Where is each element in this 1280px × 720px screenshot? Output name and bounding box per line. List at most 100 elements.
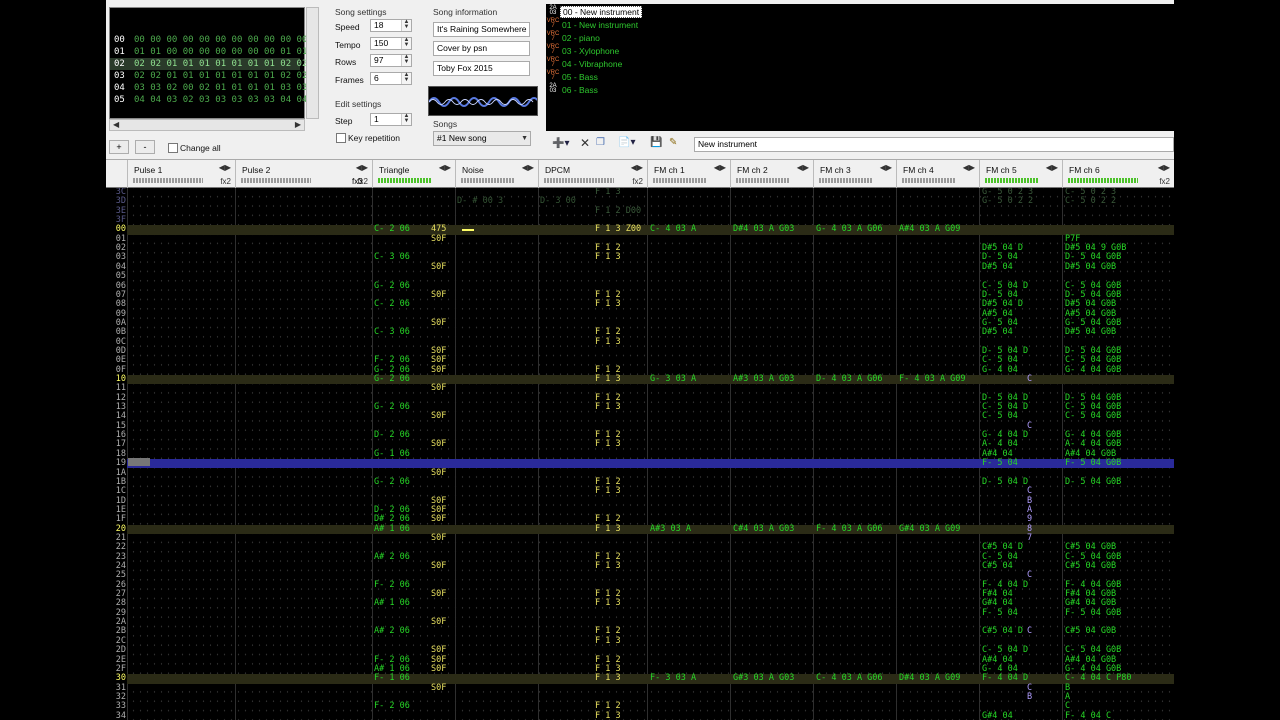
dpcm-note[interactable]: F 1 3: [595, 711, 621, 720]
fm6-note[interactable]: F- 4 04 C: [1065, 711, 1111, 720]
clone-instrument-icon[interactable]: ❐: [596, 137, 605, 148]
fm6-note[interactable]: C- 4 04 C P80: [1065, 673, 1132, 683]
triangle-note[interactable]: G- 1 06: [374, 449, 410, 459]
frame-row[interactable]: 00 00 00 00 00 00 00 00 00 00 00 00: [110, 34, 307, 46]
triangle-effect[interactable]: S0F: [431, 412, 446, 422]
fm5-effect[interactable]: 7: [1027, 533, 1032, 543]
dpcm-note[interactable]: F 1 3: [595, 253, 621, 263]
channel-triangle[interactable]: Triangle ◀▶: [372, 160, 455, 189]
triangle-note[interactable]: D- 2 06: [374, 430, 410, 440]
triangle-effect[interactable]: S0F: [431, 440, 446, 450]
triangle-note[interactable]: A# 2 06: [374, 627, 410, 637]
pattern-editor[interactable]: 3C 3D 3E 3F 00 01 02 03 04 05 06 07 08 09 0A 0B 0C 0D 0E 0F…: [106, 188, 1174, 720]
fm6-note[interactable]: C- 5 04 G0B: [1065, 412, 1121, 422]
fm-note[interactable]: D#4 03 A G09: [899, 673, 960, 683]
dpcm-note[interactable]: F 1 3: [595, 636, 621, 646]
frame-horizontal-scrollbar[interactable]: ◀ ▶: [109, 119, 305, 131]
dpcm-note[interactable]: F 1 3: [595, 402, 621, 412]
speed-spinner[interactable]: 18 ▲ ▼: [370, 19, 412, 32]
frame-row[interactable]: 02 02 02 01 01 01 01 01 01 01 02 02: [110, 58, 307, 70]
rows-spinner[interactable]: 97 ▲ ▼: [370, 54, 412, 67]
effect-columns-label[interactable]: fx2: [632, 177, 643, 186]
scroll-left-icon[interactable]: ◀: [113, 120, 119, 129]
fm-note[interactable]: G#4 03 A G09: [899, 524, 960, 534]
fm-note[interactable]: C- 4 03 A: [650, 225, 696, 235]
triangle-note[interactable]: G- 2 06: [374, 402, 410, 412]
channel-arrows-icon[interactable]: ◀▶: [1158, 163, 1170, 172]
load-instrument-icon[interactable]: 📄▾: [618, 137, 635, 148]
save-instrument-icon[interactable]: 💾: [650, 137, 662, 148]
fm5-note[interactable]: G- 5 0 2 2: [982, 196, 1033, 206]
channel-fm-ch-5[interactable]: FM ch 5 ◀▶: [979, 160, 1062, 189]
add-instrument-icon[interactable]: ➕▾: [552, 138, 569, 149]
channel-dpcm[interactable]: DPCM ◀▶ fx2: [538, 160, 647, 189]
triangle-note[interactable]: G- 2 06: [374, 281, 410, 291]
channel-pulse-1[interactable]: Pulse 1 ◀▶ fx2: [127, 160, 235, 189]
fm6-note[interactable]: C- 5 0 2 2: [1065, 196, 1116, 206]
channel-arrows-icon[interactable]: ◀▶: [356, 163, 368, 172]
fm6-note[interactable]: G- 4 04 G0B: [1065, 365, 1121, 375]
dpcm-note[interactable]: F 1 3: [595, 599, 621, 609]
triangle-effect[interactable]: S0F: [431, 683, 446, 693]
effect-columns-label[interactable]: fx3: [352, 177, 363, 186]
effect-columns-label[interactable]: fx2: [220, 177, 231, 186]
triangle-effect[interactable]: S0F: [431, 318, 446, 328]
channel-fm-ch-4[interactable]: FM ch 4 ◀▶: [896, 160, 979, 189]
channel-arrows-icon[interactable]: ◀▶: [880, 163, 892, 172]
fm-note[interactable]: A#4 03 A G09: [899, 225, 960, 235]
channel-arrows-icon[interactable]: ◀▶: [963, 163, 975, 172]
triangle-effect[interactable]: S0F: [431, 290, 446, 300]
triangle-note[interactable]: A# 1 06: [374, 599, 410, 609]
fm-note[interactable]: C#4 03 A G03: [733, 524, 794, 534]
dpcm-previous-note[interactable]: D- 3 00: [540, 196, 576, 206]
frame-row[interactable]: 05 04 04 03 02 03 03 03 03 03 04 04: [110, 94, 307, 106]
channel-arrows-icon[interactable]: ◀▶: [714, 163, 726, 172]
step-spinner[interactable]: 1 ▲ ▼: [370, 113, 412, 126]
dpcm-note[interactable]: F 1 3: [595, 337, 621, 347]
dpcm-note[interactable]: F 1 3 Z00: [595, 225, 641, 235]
triangle-effect[interactable]: S0F: [431, 664, 446, 674]
triangle-note[interactable]: C- 2 06: [374, 225, 410, 235]
instrument-item[interactable]: VRC 7 04 - Vibraphone: [546, 57, 846, 71]
frame-vertical-scrollbar[interactable]: [306, 7, 319, 119]
channel-noise[interactable]: Noise ◀▶: [455, 160, 538, 189]
spin-arrows-icon[interactable]: ▲ ▼: [401, 113, 411, 125]
triangle-effect[interactable]: S0F: [431, 468, 446, 478]
frames-spinner[interactable]: 6 ▲ ▼: [370, 72, 412, 85]
fm6-note[interactable]: C#5 04 G0B: [1065, 561, 1116, 571]
triangle-note[interactable]: G- 2 06: [374, 477, 410, 487]
song-select[interactable]: #1 New song ▼: [433, 131, 531, 146]
channel-arrows-icon[interactable]: ◀▶: [219, 163, 231, 172]
instrument-name-field[interactable]: New instrument: [694, 137, 1174, 152]
fm5-note[interactable]: C- 5 04: [982, 412, 1018, 422]
edit-instrument-icon[interactable]: ✎: [669, 137, 677, 148]
triangle-note[interactable]: A# 2 06: [374, 552, 410, 562]
channel-arrows-icon[interactable]: ◀▶: [439, 163, 451, 172]
fm-note[interactable]: C- 4 03 A G06: [816, 673, 883, 683]
fm-note[interactable]: G- 3 03 A: [650, 374, 696, 384]
triangle-note[interactable]: F- 1 06: [374, 673, 410, 683]
triangle-effect[interactable]: S0F: [431, 365, 446, 375]
noise-note[interactable]: D- # 00 3: [457, 196, 503, 206]
fm-note[interactable]: F- 3 03 A: [650, 673, 696, 683]
fm5-note[interactable]: F- 4 04 D: [982, 673, 1028, 683]
triangle-effect[interactable]: S0F: [431, 561, 446, 571]
triangle-note[interactable]: F- 2 06: [374, 701, 410, 711]
dpcm-note[interactable]: F 1 3: [595, 561, 621, 571]
triangle-effect[interactable]: S0F: [431, 262, 446, 272]
dpcm-note[interactable]: F 1 3: [595, 188, 621, 197]
fm5-note[interactable]: F- 5 04: [982, 458, 1018, 468]
fm5-note[interactable]: G#4 04: [982, 711, 1013, 720]
spin-arrows-icon[interactable]: ▲ ▼: [401, 54, 411, 66]
fm5-note[interactable]: C#5 04 D: [982, 627, 1023, 637]
dpcm-note[interactable]: F 1 3: [595, 374, 621, 384]
fm5-note[interactable]: F- 5 04: [982, 608, 1018, 618]
triangle-note[interactable]: A# 1 06: [374, 524, 410, 534]
instrument-list[interactable]: 2A 03 00 - New instrument VRC 7 01 - New in…: [546, 4, 1174, 131]
fm6-note[interactable]: F- 5 04 G0B: [1065, 458, 1121, 468]
fm5-note[interactable]: D#5 04: [982, 327, 1013, 337]
triangle-effect[interactable]: S0F: [431, 533, 446, 543]
instrument-item[interactable]: VRC 7 03 - Xylophone: [546, 44, 846, 58]
triangle-effect[interactable]: S0F: [431, 383, 446, 393]
song-copyright-field[interactable]: Toby Fox 2015: [433, 61, 530, 76]
